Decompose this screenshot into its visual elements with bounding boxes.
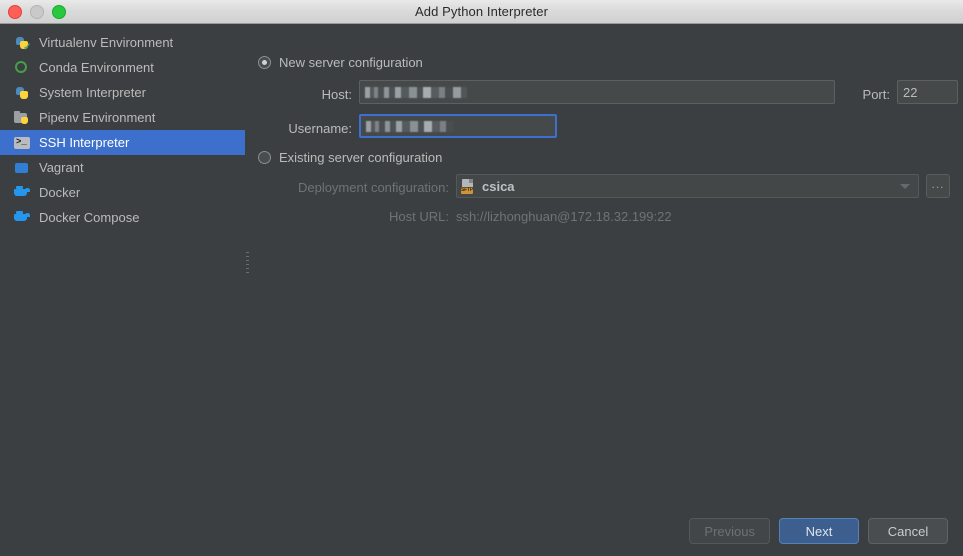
dialog-footer: Previous Next Cancel: [689, 518, 948, 544]
host-label: Host:: [251, 87, 352, 102]
radio-indicator-icon: [258, 151, 271, 164]
window-title: Add Python Interpreter: [0, 4, 963, 19]
pipenv-folder-icon: [14, 110, 30, 126]
vagrant-icon: [14, 160, 30, 176]
sidebar-item-system-interpreter[interactable]: System Interpreter: [0, 80, 245, 105]
sidebar-item-conda-environment[interactable]: Conda Environment: [0, 55, 245, 80]
sftp-file-icon: SFTP: [461, 179, 475, 194]
minimize-button[interactable]: [30, 5, 44, 19]
docker-whale-icon: [14, 185, 30, 201]
sidebar-item-label: Docker Compose: [39, 210, 139, 225]
next-button[interactable]: Next: [779, 518, 859, 544]
host-input[interactable]: [359, 80, 835, 104]
sidebar-item-label: Virtualenv Environment: [39, 35, 173, 50]
python-icon: [14, 85, 30, 101]
sidebar-item-vagrant[interactable]: Vagrant: [0, 155, 245, 180]
docker-compose-icon: [14, 210, 30, 226]
window-title-bar: Add Python Interpreter: [0, 0, 963, 24]
host-url-label: Host URL:: [251, 209, 449, 224]
dialog-body: ✓ Virtualenv Environment Conda Environme…: [0, 24, 963, 556]
radio-indicator-icon: [258, 56, 271, 69]
sidebar-item-label: Conda Environment: [39, 60, 154, 75]
terminal-icon: [14, 135, 30, 151]
host-url-value: ssh://lizhonghuan@172.18.32.199:22: [456, 209, 672, 224]
sidebar-item-virtualenv-environment[interactable]: ✓ Virtualenv Environment: [0, 30, 245, 55]
sidebar-item-label: SSH Interpreter: [39, 135, 129, 150]
maximize-button[interactable]: [52, 5, 66, 19]
existing-server-configuration-radio[interactable]: Existing server configuration: [258, 150, 442, 165]
existing-server-configuration-label: Existing server configuration: [279, 150, 442, 165]
deployment-configuration-value: csica: [482, 179, 900, 194]
deployment-configuration-dropdown[interactable]: SFTP csica: [456, 174, 919, 198]
close-button[interactable]: [8, 5, 22, 19]
port-value: 22: [903, 85, 917, 100]
previous-button[interactable]: Previous: [689, 518, 770, 544]
deployment-configuration-label: Deployment configuration:: [251, 180, 449, 195]
port-label: Port:: [840, 87, 890, 102]
interpreter-type-sidebar: ✓ Virtualenv Environment Conda Environme…: [0, 24, 245, 556]
sidebar-item-pipenv-environment[interactable]: Pipenv Environment: [0, 105, 245, 130]
new-server-configuration-radio[interactable]: New server configuration: [258, 55, 423, 70]
traffic-lights: [8, 0, 66, 23]
cancel-button[interactable]: Cancel: [868, 518, 948, 544]
username-redacted-value: [366, 121, 454, 132]
sftp-badge-label: SFTP: [461, 187, 473, 194]
sidebar-item-label: Vagrant: [39, 160, 84, 175]
splitter-grip-icon[interactable]: [246, 252, 249, 274]
python-check-icon: ✓: [14, 35, 30, 51]
sidebar-item-label: System Interpreter: [39, 85, 146, 100]
sidebar-item-label: Docker: [39, 185, 80, 200]
sidebar-item-label: Pipenv Environment: [39, 110, 155, 125]
host-redacted-value: [365, 87, 467, 98]
sidebar-item-ssh-interpreter[interactable]: SSH Interpreter: [0, 130, 245, 155]
port-input[interactable]: 22: [897, 80, 958, 104]
browse-deployment-button[interactable]: ...: [926, 174, 950, 198]
sidebar-item-docker[interactable]: Docker: [0, 180, 245, 205]
new-server-configuration-label: New server configuration: [279, 55, 423, 70]
ssh-interpreter-form: New server configuration Host: Port: 22 …: [251, 24, 963, 556]
username-label: Username:: [251, 121, 352, 136]
conda-circle-icon: [14, 60, 30, 76]
username-input[interactable]: [359, 114, 557, 138]
sidebar-item-docker-compose[interactable]: Docker Compose: [0, 205, 245, 230]
chevron-down-icon[interactable]: [900, 184, 910, 189]
